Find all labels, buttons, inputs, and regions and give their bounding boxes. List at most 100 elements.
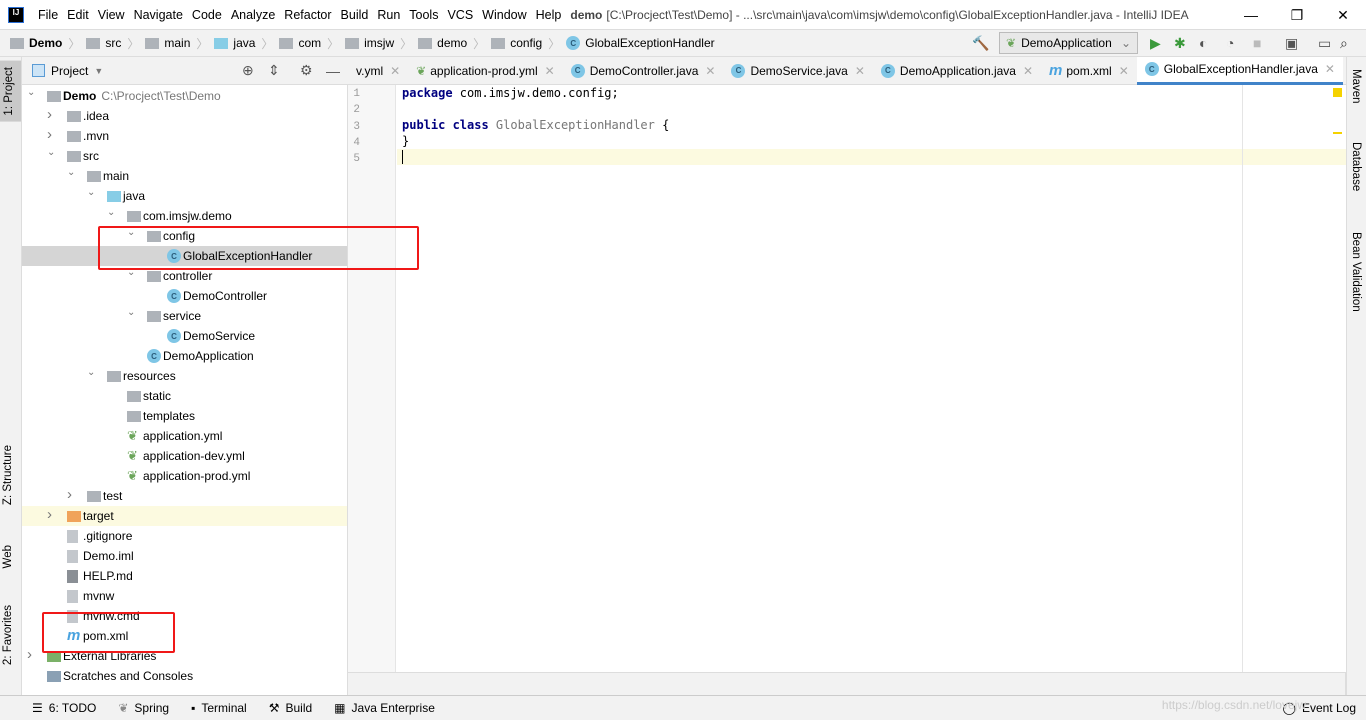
presentation-icon[interactable]: ▭ [1318,35,1331,52]
tree-item[interactable]: C DemoApplication [22,346,347,366]
menu-tools[interactable]: Tools [409,8,438,22]
menu-analyze[interactable]: Analyze [231,8,275,22]
editor-tab[interactable]: C DemoApplication.java ✕ [873,57,1041,85]
breadcrumb-item[interactable]: java 〉 [214,35,273,52]
menu-refactor[interactable]: Refactor [284,8,331,22]
editor-tab[interactable]: m pom.xml ✕ [1041,57,1137,85]
chevron-right-icon[interactable]: › [47,126,57,143]
close-tab-icon[interactable]: ✕ [545,64,555,78]
menu-vcs[interactable]: VCS [447,8,473,22]
tree-item[interactable]: C DemoService [22,326,347,346]
chevron-right-icon[interactable]: › [27,646,37,663]
hide-icon[interactable]: — [326,63,340,79]
stop-icon[interactable]: ■ [1253,35,1261,51]
editor-tab[interactable]: ❦ application-prod.yml ✕ [408,57,563,85]
tree-item[interactable]: ⌄ src [22,146,347,166]
tree-item[interactable]: ⌄ resources [22,366,347,386]
build-hammer-icon[interactable]: 🔨 [972,35,989,52]
menu-help[interactable]: Help [536,8,562,22]
menu-build[interactable]: Build [341,8,369,22]
tree-item[interactable]: .gitignore [22,526,347,546]
tool-tab-favorites[interactable]: 2: Favorites [2,605,14,665]
search-icon[interactable]: ⌕ [1340,35,1348,52]
menu-view[interactable]: View [98,8,125,22]
menu-file[interactable]: File [38,8,58,22]
chevron-right-icon[interactable]: › [67,486,77,503]
tool-tab-build[interactable]: ⚒ Build [269,701,312,715]
breadcrumb-item[interactable]: com 〉 [279,35,339,52]
tool-tab-terminal[interactable]: ▪ Terminal [191,701,247,715]
menu-navigate[interactable]: Navigate [134,8,183,22]
tree-item[interactable]: ⌄ Demo C:\Procject\Test\Demo [22,86,347,106]
menu-edit[interactable]: Edit [67,8,89,22]
minimize-button[interactable]: — [1228,0,1274,30]
close-tab-icon[interactable]: ✕ [390,64,400,78]
tool-tab-project[interactable]: 1: Project [0,61,21,122]
tree-item[interactable]: › .mvn [22,126,347,146]
chevron-down-icon[interactable]: ⌄ [87,187,97,198]
locate-icon[interactable]: ⊕ [242,62,254,79]
error-stripe-mark[interactable] [1333,132,1342,134]
tree-item[interactable]: static [22,386,347,406]
chevron-right-icon[interactable]: › [47,106,57,123]
chevron-down-icon[interactable]: ⌄ [127,307,137,318]
breadcrumb-item[interactable]: config 〉 [491,35,560,52]
chevron-down-icon[interactable]: ⌄ [87,367,97,378]
tool-tab-spring[interactable]: ❦ Spring [118,701,169,715]
close-tab-icon[interactable]: ✕ [705,64,715,78]
debug-icon[interactable]: ✱ [1174,35,1186,52]
close-tab-icon[interactable]: ✕ [1023,64,1033,78]
tree-item[interactable]: ❦ application.yml [22,426,347,446]
chevron-down-icon[interactable]: ⌄ [107,207,117,218]
tree-item[interactable]: HELP.md [22,566,347,586]
coverage-icon[interactable]: ◐ [1199,35,1207,51]
menu-run[interactable]: Run [377,8,400,22]
tree-item[interactable]: Demo.iml [22,546,347,566]
tree-item[interactable]: ⌄ main [22,166,347,186]
breadcrumb-item[interactable]: C GlobalExceptionHandler [566,35,715,52]
tree-item[interactable]: ❦ application-prod.yml [22,466,347,486]
tool-tab-structure[interactable]: Z: Structure [2,445,14,505]
menu-window[interactable]: Window [482,8,526,22]
breadcrumb-item[interactable]: Demo 〉 [10,35,80,52]
breadcrumb-item[interactable]: main 〉 [145,35,208,52]
tree-item[interactable]: mvnw [22,586,347,606]
tree-item[interactable]: ❦ application-dev.yml [22,446,347,466]
gear-icon[interactable]: ⚙ [300,62,313,79]
breadcrumb-item[interactable]: demo 〉 [418,35,485,52]
editor-tab[interactable]: C GlobalExceptionHandler.java ✕ [1136,56,1343,85]
restore-button[interactable]: ❐ [1274,0,1320,30]
close-button[interactable]: ✕ [1320,0,1366,30]
project-structure-icon[interactable]: ▣ [1285,35,1298,52]
close-tab-icon[interactable]: ✕ [1325,62,1335,76]
close-tab-icon[interactable]: ✕ [855,64,865,78]
tool-tab-web[interactable]: Web [2,545,14,568]
breadcrumb-item[interactable]: imsjw 〉 [345,35,412,52]
tree-item[interactable]: ⌄ service [22,306,347,326]
tree-item[interactable]: C DemoController [22,286,347,306]
chevron-down-icon[interactable]: ⌄ [47,147,57,158]
profile-icon[interactable]: ◔ [1226,35,1234,51]
chevron-down-icon[interactable]: ⌄ [27,87,37,98]
tree-item[interactable]: Scratches and Consoles [22,666,347,686]
editor-tab[interactable]: v.yml ✕ [348,57,408,85]
editor-tab[interactable]: C DemoController.java ✕ [563,57,724,85]
chevron-right-icon[interactable]: › [47,506,57,523]
inspection-status-icon[interactable] [1333,88,1342,97]
tree-item[interactable]: › test [22,486,347,506]
menu-code[interactable]: Code [192,8,222,22]
tree-item[interactable]: ⌄ java [22,186,347,206]
code-editor[interactable]: 1 2 3 4 5 package com.imsjw.demo.config; pub… [348,85,1346,672]
tree-item[interactable]: ⌄ com.imsjw.demo [22,206,347,226]
tree-item[interactable]: › target [22,506,347,526]
chevron-down-icon[interactable]: ⌄ [67,167,77,178]
tree-item[interactable]: templates [22,406,347,426]
close-tab-icon[interactable]: ✕ [1119,64,1129,78]
tree-item[interactable]: › .idea [22,106,347,126]
tool-tab-database[interactable]: Database [1350,142,1362,191]
breadcrumb-item[interactable]: src 〉 [86,35,139,52]
run-icon[interactable]: ▶ [1150,35,1161,52]
tool-tab-bean-validation[interactable]: Bean Validation [1350,232,1362,312]
tool-tab-todo[interactable]: ☰ 6: TODO [32,701,96,715]
editor-tab[interactable]: C DemoService.java ✕ [723,57,872,85]
